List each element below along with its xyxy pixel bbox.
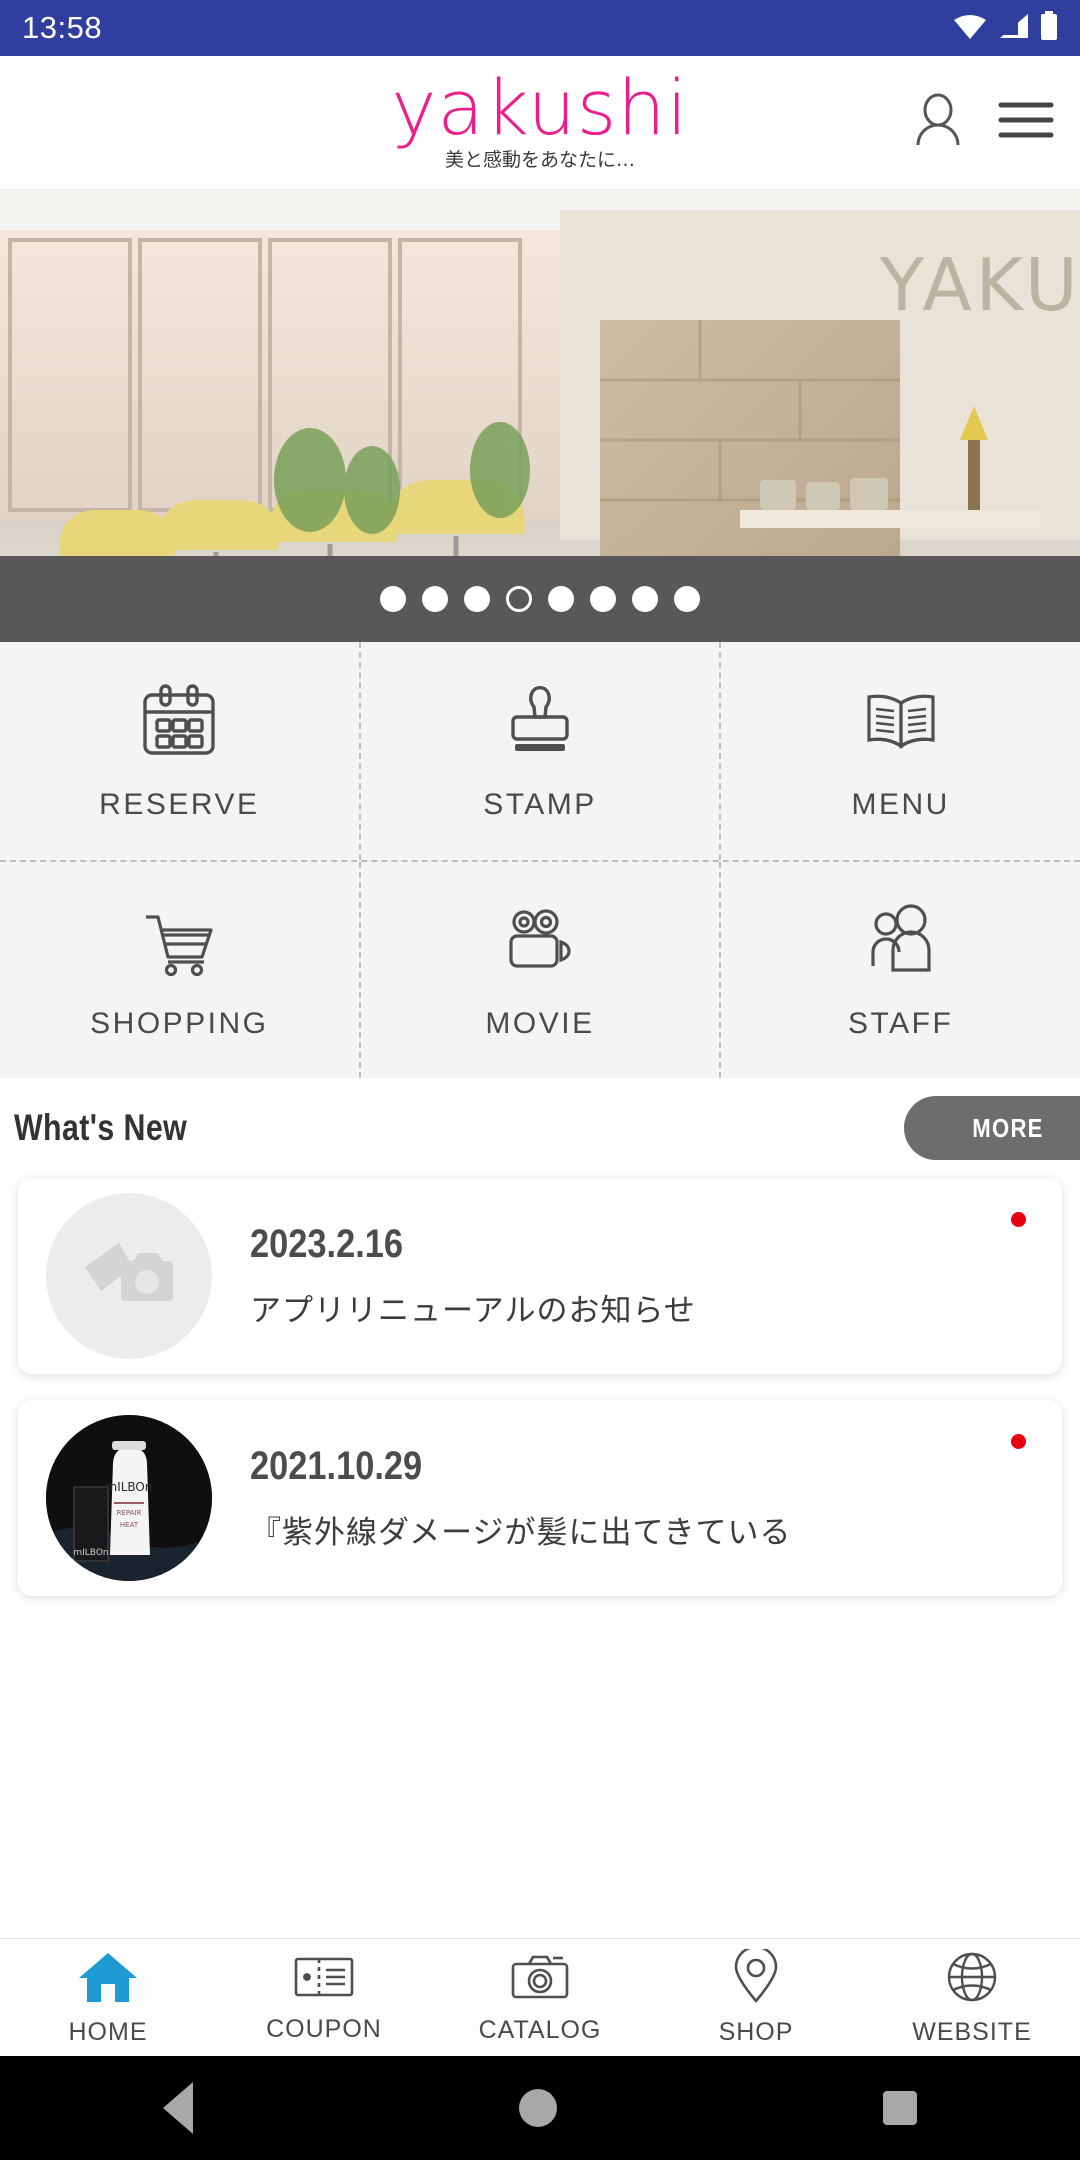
quick-menu-item-staff[interactable]: STAFF (719, 862, 1080, 1078)
news-list: 2023.2.16 アプリリニューアルのお知らせ mILBOn REPAIR H… (0, 1178, 1080, 1596)
quick-menu-item-stamp[interactable]: STAMP (358, 642, 720, 860)
svg-text:mILBOn: mILBOn (106, 1480, 153, 1494)
camera-icon (509, 1951, 571, 2008)
news-text: アプリリニューアルのお知らせ (250, 1293, 696, 1329)
signal-icon (998, 12, 1030, 45)
quick-menu-label: MOVIE (485, 1006, 595, 1040)
quick-menu-item-reserve[interactable]: RESERVE (0, 642, 359, 860)
more-button-label: MORE (972, 1112, 1044, 1143)
tab-label: HOME (68, 2017, 148, 2046)
tab-label: WEBSITE (912, 2017, 1032, 2046)
battery-icon (1040, 10, 1058, 46)
home-circle-icon[interactable] (519, 2089, 557, 2127)
news-item[interactable]: mILBOn REPAIR HEAT mILBOn 2021.10.29 『紫外… (18, 1400, 1062, 1596)
carousel-dot[interactable] (590, 586, 616, 612)
news-text: 『紫外線ダメージが髪に出てきている (250, 1515, 792, 1551)
tab-coupon[interactable]: COUPON (216, 1952, 432, 2044)
news-date: 2023.2.16 (250, 1222, 404, 1266)
quick-menu-row: SHOPPING MOVIE STAFF (0, 860, 1080, 1078)
recents-square-icon[interactable] (883, 2091, 917, 2125)
carousel-dot[interactable] (422, 586, 448, 612)
news-date: 2021.10.29 (250, 1444, 423, 1488)
status-bar-clock: 13:58 (22, 10, 103, 45)
carousel-dot[interactable] (380, 586, 406, 612)
svg-text:REPAIR: REPAIR (117, 1509, 142, 1517)
svg-text:YAKUSH: YAKUSH (879, 243, 1080, 327)
photo-placeholder-icon (81, 1237, 177, 1316)
quick-menu-label: STAFF (848, 1006, 954, 1040)
hamburger-menu-icon[interactable] (998, 98, 1054, 147)
open-book-icon (860, 681, 942, 768)
quick-menu-item-movie[interactable]: MOVIE (358, 862, 720, 1078)
tab-label: SHOP (718, 2017, 794, 2046)
person-icon[interactable] (912, 93, 964, 152)
quick-menu-label: SHOPPING (90, 1006, 269, 1040)
movie-camera-icon (499, 900, 581, 987)
shopping-cart-icon (138, 900, 220, 987)
tab-home[interactable]: HOME (0, 1949, 216, 2047)
map-pin-icon (729, 1945, 783, 2010)
quick-menu-label: RESERVE (99, 787, 260, 821)
quick-menu-row: RESERVE STAMP MENU (0, 642, 1080, 860)
carousel-dot[interactable] (464, 586, 490, 612)
stamp-icon (499, 681, 581, 768)
quick-menu-item-menu[interactable]: MENU (719, 642, 1080, 860)
app-root: 13:58 yakushi 美と感動をあなたに… YAKU RESERVE ST… (0, 0, 1080, 2160)
people-icon (860, 900, 942, 987)
svg-text:mILBOn: mILBOn (73, 1548, 108, 1558)
carousel-dot-active[interactable] (506, 586, 532, 612)
bottom-tab-bar: HOME COUPON CATALOG SHOP WEBSITE (0, 1938, 1080, 2056)
logo-tagline: 美と感動をあなたに… (444, 148, 635, 171)
back-triangle-icon[interactable] (163, 2082, 193, 2134)
unread-badge (1011, 1212, 1026, 1227)
globe-icon (944, 1949, 1000, 2010)
logo-text: yakushi (391, 63, 689, 153)
tab-label: CATALOG (478, 2015, 602, 2044)
ticket-icon (293, 1952, 355, 2007)
hero-carousel[interactable]: YAKUSH (0, 190, 1080, 642)
news-content: 2023.2.16 アプリリニューアルのお知らせ (250, 1222, 696, 1330)
news-content: 2021.10.29 『紫外線ダメージが髪に出てきている (250, 1444, 792, 1552)
tab-catalog[interactable]: CATALOG (432, 1951, 648, 2045)
wifi-icon (952, 12, 988, 45)
app-header: yakushi 美と感動をあなたに… (0, 56, 1080, 190)
status-bar: 13:58 (0, 0, 1080, 56)
tab-shop[interactable]: SHOP (648, 1945, 864, 2047)
carousel-dot[interactable] (548, 586, 574, 612)
quick-menu-item-shopping[interactable]: SHOPPING (0, 862, 359, 1078)
section-title: What's New (14, 1107, 188, 1148)
quick-menu-label: STAMP (483, 787, 597, 821)
tab-label: COUPON (266, 2014, 382, 2043)
home-icon (77, 1949, 139, 2010)
status-bar-icons (952, 10, 1058, 46)
whats-new-header: What's New MORE (0, 1078, 1080, 1178)
calendar-icon (138, 681, 220, 768)
news-thumbnail (46, 1193, 212, 1359)
carousel-dot[interactable] (674, 586, 700, 612)
quick-menu-grid: RESERVE STAMP MENU SHOPPING MOVIE STAFF (0, 642, 1080, 1078)
unread-badge (1011, 1434, 1026, 1449)
carousel-dot[interactable] (632, 586, 658, 612)
system-navigation-bar (0, 2056, 1080, 2160)
svg-text:HEAT: HEAT (120, 1521, 139, 1529)
header-actions (912, 56, 1054, 189)
carousel-dots[interactable] (0, 556, 1080, 642)
quick-menu-label: MENU (851, 787, 950, 821)
news-item[interactable]: 2023.2.16 アプリリニューアルのお知らせ (18, 1178, 1062, 1374)
tab-website[interactable]: WEBSITE (864, 1949, 1080, 2047)
news-thumbnail: mILBOn REPAIR HEAT mILBOn (46, 1415, 212, 1581)
more-button[interactable]: MORE (904, 1096, 1080, 1160)
milbon-product-photo: mILBOn REPAIR HEAT mILBOn (46, 1415, 212, 1581)
